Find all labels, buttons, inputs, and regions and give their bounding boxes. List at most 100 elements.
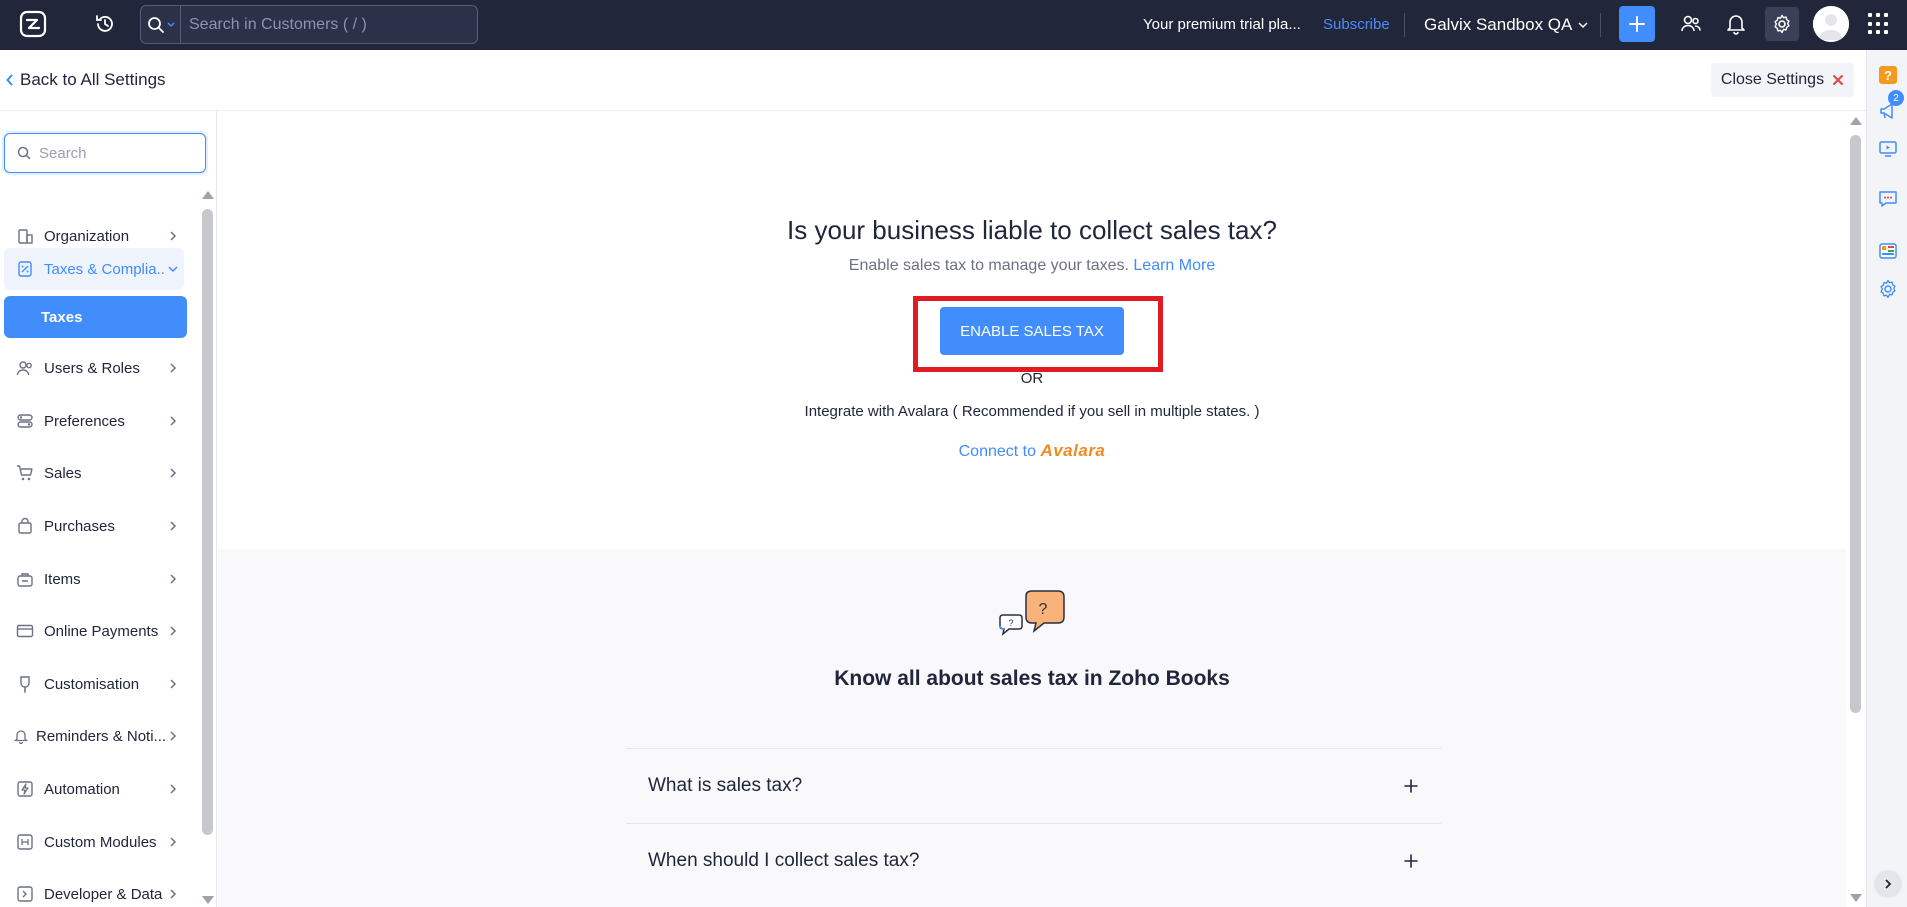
- trial-notice: Your premium trial pla...: [1143, 16, 1301, 33]
- right-utility-rail: ? 2: [1866, 50, 1907, 907]
- connect-label: Connect to: [958, 443, 1036, 460]
- chevron-right-icon: [170, 521, 177, 531]
- sidebar-search-input[interactable]: [39, 144, 199, 162]
- main-scrollbar[interactable]: [1850, 135, 1861, 713]
- rail-settings-gear-icon[interactable]: [1877, 278, 1899, 300]
- or-separator: OR: [1020, 370, 1044, 387]
- app-launcher-grid-icon[interactable]: [1868, 13, 1890, 35]
- plus-icon: [1629, 16, 1645, 32]
- sidebar-item-users-roles[interactable]: Users & Roles: [4, 348, 184, 388]
- card-icon: [12, 620, 38, 642]
- sidebar-item-label: Customisation: [44, 675, 140, 693]
- sidebar-item-sales[interactable]: Sales: [4, 453, 184, 493]
- zoho-books-logo-icon[interactable]: [18, 9, 48, 39]
- sidebar-item-online-payments[interactable]: Online Payments: [4, 611, 184, 651]
- code-icon: [12, 883, 38, 905]
- svg-text:?: ?: [1039, 601, 1048, 618]
- sidebar-search: [4, 133, 206, 173]
- learn-more-link[interactable]: Learn More: [1133, 257, 1215, 274]
- organization-switcher[interactable]: Galvix Sandbox QA: [1424, 15, 1588, 35]
- brush-icon: [12, 673, 38, 695]
- sidebar-item-preferences[interactable]: Preferences: [4, 401, 184, 441]
- expand-plus-icon[interactable]: [1403, 853, 1419, 869]
- sidebar-scrollbar[interactable]: [202, 209, 213, 835]
- faq-item[interactable]: When should I collect sales tax?: [626, 823, 1441, 898]
- chat-support-icon[interactable]: [1877, 188, 1899, 210]
- avalara-description: Integrate with Avalara ( Recommended if …: [804, 403, 1260, 420]
- connect-avalara-link[interactable]: Connect to Avalara: [218, 441, 1846, 461]
- items-icon: [12, 568, 38, 590]
- close-icon: [1833, 75, 1844, 85]
- video-tutorials-icon[interactable]: [1877, 138, 1899, 160]
- help-icon[interactable]: ?: [1877, 64, 1899, 86]
- sidebar-item-automation[interactable]: Automation: [4, 769, 184, 809]
- page-subtitle: Enable sales tax to manage your taxes. L…: [218, 257, 1846, 275]
- back-to-all-settings-link[interactable]: Back to All Settings: [6, 70, 166, 90]
- chevron-right-icon: [170, 231, 177, 241]
- sidebar-item-reminders[interactable]: Reminders & Noti...: [4, 716, 184, 756]
- quick-create-button[interactable]: [1619, 6, 1655, 42]
- svg-text:?: ?: [1884, 68, 1892, 83]
- faq-item[interactable]: What is sales tax?: [626, 748, 1441, 823]
- subscribe-link[interactable]: Subscribe: [1323, 16, 1390, 33]
- sidebar-item-label: Purchases: [44, 517, 115, 535]
- history-icon[interactable]: [93, 12, 117, 36]
- settings-gear-button[interactable]: [1765, 7, 1799, 41]
- sidebar-item-label: Developer & Data: [44, 885, 163, 903]
- sidebar-item-label: Organization: [44, 227, 130, 245]
- chevron-right-icon: [170, 468, 177, 478]
- enable-sales-tax-button[interactable]: ENABLE SALES TAX: [940, 307, 1124, 355]
- subtitle-text: Enable sales tax to manage your taxes.: [848, 257, 1129, 274]
- chevron-right-icon: [170, 784, 177, 794]
- chevron-right-icon: [170, 363, 177, 373]
- top-bar: Your premium trial pla... Subscribe Galv…: [0, 0, 1907, 50]
- faq-question: When should I collect sales tax?: [648, 850, 920, 871]
- chevron-right-icon: [170, 416, 177, 426]
- question-bubbles-icon: ? ?: [999, 590, 1065, 636]
- search-module-selector[interactable]: [141, 6, 181, 43]
- settings-sidebar: Organization Taxes & Complia... Taxes Us…: [0, 111, 217, 907]
- referral-icon[interactable]: [1679, 12, 1703, 36]
- sidebar-item-taxes-compliance[interactable]: Taxes & Complia...: [4, 248, 184, 290]
- main-scroll-up[interactable]: [1850, 117, 1862, 125]
- sidebar-item-label: Users & Roles: [44, 359, 140, 377]
- main-scroll-down[interactable]: [1850, 894, 1862, 902]
- sidebar-item-label: Sales: [44, 464, 82, 482]
- sidebar-item-label: Online Payments: [44, 622, 159, 640]
- back-label: Back to All Settings: [20, 70, 166, 89]
- organization-name: Galvix Sandbox QA: [1424, 15, 1573, 34]
- faq-section-title: Know all about sales tax in Zoho Books: [834, 667, 1230, 690]
- taxes-main-content: Is your business liable to collect sales…: [218, 111, 1846, 907]
- sidebar-item-items[interactable]: Items: [4, 559, 184, 599]
- user-avatar[interactable]: [1813, 6, 1849, 42]
- apps-marketplace-icon[interactable]: [1877, 240, 1899, 262]
- sidebar-item-developer-data[interactable]: Developer & Data: [4, 874, 184, 907]
- chevron-right-icon: [170, 626, 177, 636]
- sidebar-item-purchases[interactable]: Purchases: [4, 506, 184, 546]
- search-input[interactable]: [181, 15, 477, 34]
- svg-text:?: ?: [1008, 618, 1013, 628]
- sidebar-subitem-taxes[interactable]: Taxes: [4, 296, 187, 338]
- chevron-right-icon: [170, 889, 177, 899]
- user-avatar-icon: [1813, 6, 1849, 42]
- bag-icon: [12, 515, 38, 537]
- sidebar-item-customisation[interactable]: Customisation: [4, 664, 184, 704]
- sidebar-scroll-down[interactable]: [202, 896, 214, 904]
- bolt-icon: [12, 778, 38, 800]
- close-settings-button[interactable]: Close Settings: [1711, 63, 1854, 97]
- bell-icon: [12, 725, 30, 747]
- chevron-right-icon: [170, 731, 177, 741]
- sales-tax-faq-section: ? ? Know all about sales tax in Zoho Boo…: [218, 549, 1846, 907]
- sidebar-item-custom-modules[interactable]: Custom Modules: [4, 822, 184, 862]
- chevron-right-icon: [170, 837, 177, 847]
- chevron-right-icon: [170, 679, 177, 689]
- sidebar-item-label: Items: [44, 570, 81, 588]
- expand-rail-button[interactable]: [1874, 870, 1902, 898]
- notifications-bell-icon[interactable]: [1724, 12, 1748, 36]
- sidebar-scroll-up[interactable]: [202, 191, 214, 199]
- global-search: [140, 5, 478, 44]
- expand-plus-icon[interactable]: [1403, 778, 1419, 794]
- close-settings-label: Close Settings: [1720, 71, 1825, 88]
- sidebar-item-label: Preferences: [44, 412, 125, 430]
- taxes-icon: [12, 258, 38, 280]
